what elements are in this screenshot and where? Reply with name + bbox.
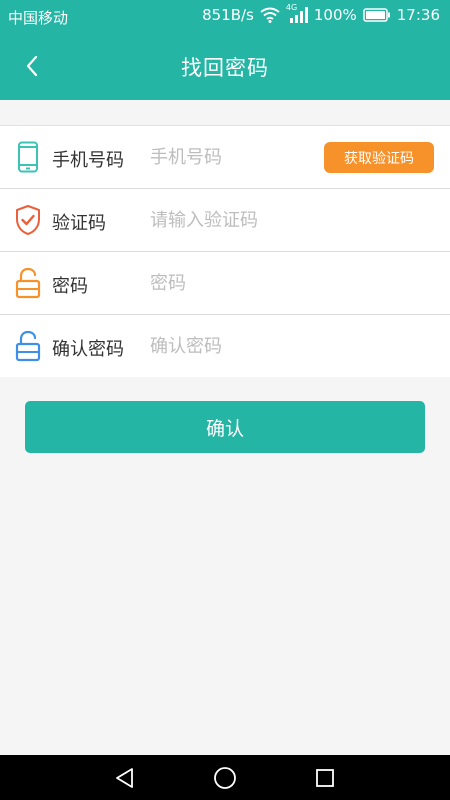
circle-home-icon[interactable] [212,765,238,791]
confirm-password-row: 确认密码 [0,315,450,377]
unlock-icon [14,266,42,300]
triangle-back-icon[interactable] [112,765,138,791]
confirm-button[interactable]: 确认 [25,401,425,453]
password-label: 密码 [52,276,88,297]
status-bar: 中国移动 851B/s 4G 100% 17:36 [0,0,450,32]
reset-password-form: 手机号码 获取验证码 验证码 密码 [0,125,450,377]
confirm-password-input[interactable] [150,329,310,363]
phone-icon [14,140,42,174]
page-title: 找回密码 [181,56,269,80]
phone-label: 手机号码 [52,150,124,171]
code-input[interactable] [150,203,310,237]
code-row: 验证码 [0,189,450,252]
password-input[interactable] [150,266,310,300]
signal-icon: 4G [286,3,308,24]
shield-check-icon [14,203,42,237]
code-label: 验证码 [52,213,106,234]
wifi-icon [260,7,280,23]
title-bar: 找回密码 [0,32,450,100]
battery-icon [363,8,391,22]
phone-input[interactable] [150,140,310,174]
battery-percent: 100% [313,6,357,24]
square-recents-icon[interactable] [312,765,338,791]
status-icons: 851B/s 4G 100% 17:36 [202,3,440,24]
system-nav-bar [0,755,450,800]
confirm-password-label: 确认密码 [52,339,124,360]
network-speed: 851B/s [202,6,254,24]
clock-time: 17:36 [396,6,440,24]
carrier-name: 中国移动 [8,9,69,27]
password-row: 密码 [0,252,450,315]
unlock-icon [14,329,42,363]
get-code-button[interactable]: 获取验证码 [324,142,434,173]
phone-row: 手机号码 获取验证码 [0,126,450,189]
